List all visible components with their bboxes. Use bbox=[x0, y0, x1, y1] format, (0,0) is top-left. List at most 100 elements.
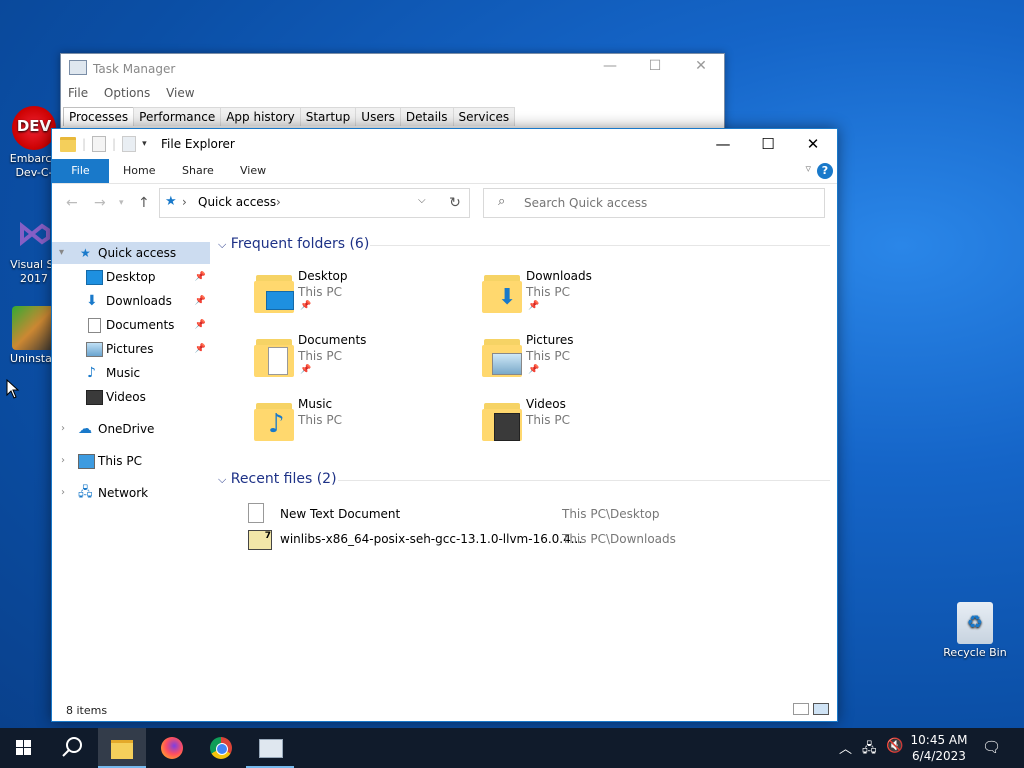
large-icons-view-icon[interactable] bbox=[813, 703, 829, 715]
folder-location: This PC bbox=[298, 349, 342, 363]
tab-share[interactable]: Share bbox=[182, 159, 214, 183]
back-arrow-icon[interactable]: ← bbox=[66, 195, 78, 211]
frequent-folders-header[interactable]: ⌵ Frequent folders (6) bbox=[218, 236, 369, 252]
nav-item-desktop[interactable]: Desktop 📌 bbox=[52, 266, 210, 288]
desktop-folder-icon bbox=[254, 273, 294, 313]
properties-icon[interactable] bbox=[92, 136, 107, 152]
nav-label: Pictures bbox=[106, 342, 154, 356]
nav-item-downloads[interactable]: ⬇ Downloads 📌 bbox=[52, 290, 210, 312]
desktop-icon-recycle-bin[interactable]: ♻ Recycle Bin bbox=[937, 602, 1013, 660]
address-location[interactable]: Quick access bbox=[198, 195, 276, 209]
documents-folder-icon bbox=[254, 337, 294, 377]
nav-item-network[interactable]: › 🖧 Network bbox=[52, 482, 210, 504]
minimize-icon[interactable]: — bbox=[700, 132, 746, 156]
recent-file-row[interactable]: 7 winlibs-x86_64-posix-seh-gcc-13.1.0-ll… bbox=[248, 528, 808, 550]
music-folder-icon: ♪ bbox=[254, 401, 294, 441]
expanded-chevron-icon[interactable]: ▾ bbox=[59, 242, 64, 264]
search-box[interactable]: ⌕ bbox=[483, 188, 825, 218]
tab-startup[interactable]: Startup bbox=[299, 107, 357, 126]
task-manager-menu: File Options View bbox=[68, 86, 207, 100]
customize-toolbar-chevron-icon[interactable]: ▾ bbox=[142, 139, 147, 149]
folder-name: Desktop bbox=[298, 269, 348, 283]
menu-options[interactable]: Options bbox=[104, 86, 150, 100]
menu-file[interactable]: File bbox=[68, 86, 88, 100]
clock[interactable]: 10:45 AM 6/4/2023 bbox=[903, 732, 975, 764]
folder-tile-desktop[interactable]: Desktop This PC 📌 bbox=[254, 269, 474, 325]
collapsed-chevron-icon[interactable]: › bbox=[61, 418, 65, 440]
section-divider bbox=[370, 245, 830, 246]
file-explorer-window[interactable]: | | ▾ File Explorer — ☐ ✕ File Home Shar… bbox=[51, 128, 838, 722]
close-icon[interactable]: ✕ bbox=[689, 58, 713, 74]
nav-label: Downloads bbox=[106, 294, 172, 308]
close-icon[interactable]: ✕ bbox=[790, 132, 836, 156]
folder-location: This PC bbox=[298, 413, 342, 427]
pin-icon: 📌 bbox=[194, 320, 206, 330]
tab-users[interactable]: Users bbox=[355, 107, 401, 126]
menu-view[interactable]: View bbox=[166, 86, 194, 100]
taskbar-task-manager[interactable] bbox=[246, 728, 294, 768]
address-dropdown-chevron-icon[interactable]: ⌵ bbox=[418, 195, 426, 206]
pin-icon: 📌 bbox=[528, 365, 540, 375]
folder-tile-music[interactable]: ♪ Music This PC bbox=[254, 397, 474, 453]
tab-home[interactable]: Home bbox=[123, 159, 155, 183]
navigation-bar: ← → ▾ ↑ ★ › Quick access › ⌵ ↻ ⌕ bbox=[52, 184, 837, 224]
volume-muted-icon[interactable]: 🔇 bbox=[886, 738, 903, 754]
folder-tile-videos[interactable]: Videos This PC bbox=[482, 397, 702, 453]
help-icon[interactable]: ? bbox=[817, 163, 833, 179]
frequent-folders-title: Frequent folders (6) bbox=[230, 236, 370, 252]
search-input[interactable] bbox=[522, 193, 816, 213]
folder-tile-downloads[interactable]: ⬇ Downloads This PC 📌 bbox=[482, 269, 702, 325]
tab-file[interactable]: File bbox=[52, 159, 109, 183]
folder-name: Downloads bbox=[526, 269, 592, 283]
nav-item-onedrive[interactable]: › ☁ OneDrive bbox=[52, 418, 210, 440]
pin-icon: 📌 bbox=[194, 296, 206, 306]
address-bar[interactable]: ★ › Quick access › ⌵ bbox=[159, 188, 470, 218]
windows-logo-icon bbox=[16, 740, 31, 755]
minimize-icon[interactable]: — bbox=[598, 58, 622, 74]
tab-details[interactable]: Details bbox=[399, 107, 454, 126]
search-button[interactable] bbox=[48, 728, 96, 768]
nav-item-this-pc[interactable]: › This PC bbox=[52, 450, 210, 472]
expand-ribbon-chevron-icon[interactable]: ▿ bbox=[805, 162, 811, 175]
nav-item-pictures[interactable]: Pictures 📌 bbox=[52, 338, 210, 360]
explorer-folder-icon bbox=[60, 136, 76, 152]
downloads-icon: ⬇ bbox=[86, 293, 98, 309]
folder-tile-documents[interactable]: Documents This PC 📌 bbox=[254, 333, 474, 389]
taskbar-firefox[interactable] bbox=[148, 728, 196, 768]
tab-app-history[interactable]: App history bbox=[220, 107, 301, 126]
show-hidden-icons-chevron-icon[interactable]: ︿ bbox=[839, 738, 852, 757]
tab-services[interactable]: Services bbox=[452, 107, 516, 126]
maximize-icon[interactable]: ☐ bbox=[745, 132, 791, 156]
tab-view[interactable]: View bbox=[240, 159, 266, 183]
navigation-pane: ▾ ★ Quick access Desktop 📌 ⬇ Downloads 📌… bbox=[52, 241, 210, 511]
nav-label: Videos bbox=[106, 390, 146, 404]
nav-item-documents[interactable]: Documents 📌 bbox=[52, 314, 210, 336]
recent-locations-chevron-icon[interactable]: ▾ bbox=[119, 198, 124, 208]
recent-files-header[interactable]: ⌵ Recent files (2) bbox=[218, 471, 337, 487]
nav-item-quick-access[interactable]: ▾ ★ Quick access bbox=[52, 242, 210, 264]
folder-location: This PC bbox=[298, 285, 342, 299]
collapsed-chevron-icon[interactable]: › bbox=[61, 450, 65, 472]
start-button[interactable] bbox=[0, 728, 48, 768]
forward-arrow-icon[interactable]: → bbox=[94, 195, 106, 211]
recent-file-row[interactable]: New Text Document This PC\Desktop bbox=[248, 503, 808, 525]
maximize-icon[interactable]: ☐ bbox=[643, 58, 667, 74]
collapsed-chevron-icon[interactable]: › bbox=[61, 482, 65, 504]
nav-item-music[interactable]: ♪ Music bbox=[52, 362, 210, 384]
pin-icon: 📌 bbox=[300, 301, 312, 311]
up-arrow-icon[interactable]: ↑ bbox=[138, 195, 150, 211]
tab-processes[interactable]: Processes bbox=[63, 107, 135, 126]
notifications-icon[interactable]: 🗨 bbox=[982, 738, 1001, 756]
refresh-icon[interactable]: ↻ bbox=[441, 188, 470, 218]
nav-item-videos[interactable]: Videos bbox=[52, 386, 210, 408]
new-folder-icon[interactable] bbox=[122, 136, 137, 152]
details-view-icon[interactable] bbox=[793, 703, 809, 715]
recent-file-name: winlibs-x86_64-posix-seh-gcc-13.1.0-llvm… bbox=[280, 532, 583, 546]
taskbar-file-explorer[interactable] bbox=[98, 728, 146, 768]
pin-icon: 📌 bbox=[194, 344, 206, 354]
network-icon[interactable]: 🖧 bbox=[862, 739, 877, 761]
folder-tile-pictures[interactable]: Pictures This PC 📌 bbox=[482, 333, 702, 389]
tab-performance[interactable]: Performance bbox=[133, 107, 222, 126]
recent-file-path: This PC\Downloads bbox=[562, 532, 676, 546]
taskbar-chrome[interactable] bbox=[197, 728, 245, 768]
